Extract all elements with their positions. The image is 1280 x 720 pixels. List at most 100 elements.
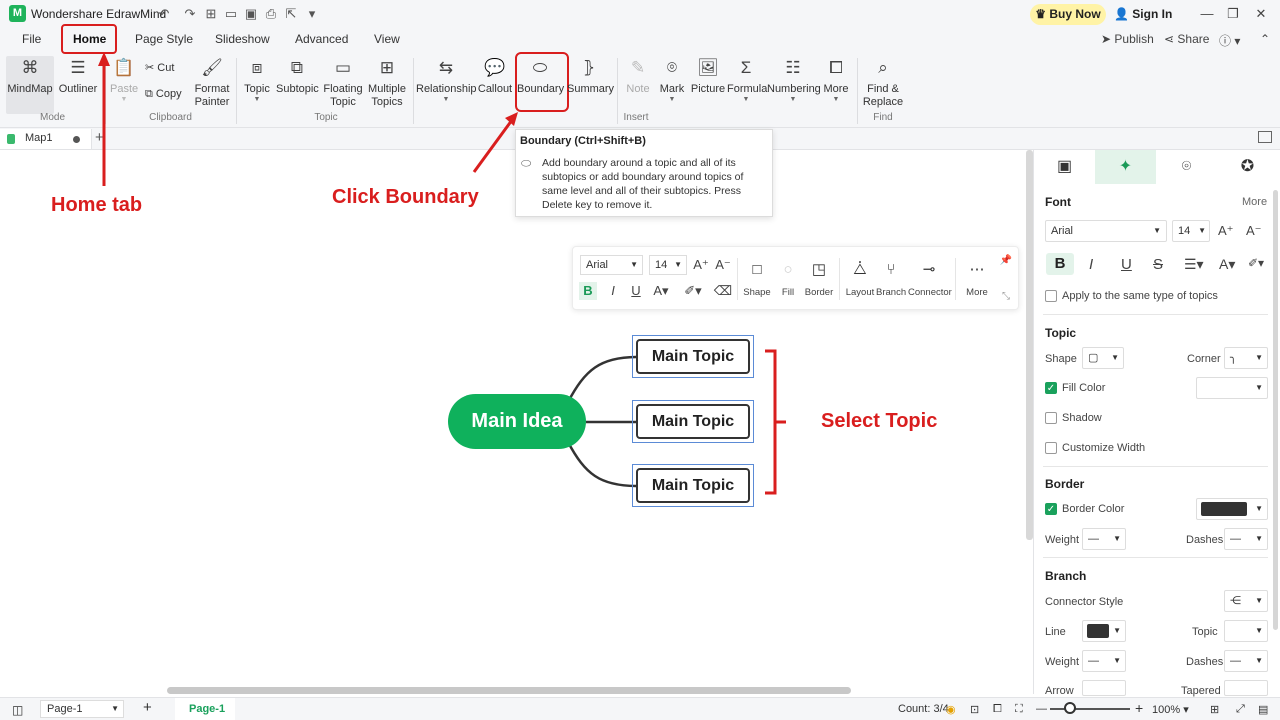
panel-bold-icon[interactable]: B	[1046, 253, 1074, 275]
panel-font-color-icon[interactable]: A▾	[1219, 256, 1235, 273]
panel-tab-style[interactable]: ✦	[1095, 150, 1156, 184]
panel-tab-theme[interactable]: ✪	[1217, 150, 1278, 184]
border-dashes-label: Dashes	[1186, 534, 1224, 546]
shadow-label: Shadow	[1062, 412, 1102, 424]
zoom-in-icon[interactable]: +	[1135, 700, 1143, 716]
chevron-down-icon: ▼	[1113, 534, 1121, 543]
chevron-down-icon: ▼	[1113, 626, 1121, 635]
fullscreen-icon[interactable]: ⧠	[993, 703, 1002, 716]
sparkle-icon: ✦	[1118, 158, 1133, 175]
border-color-checkbox[interactable]: ✓	[1045, 503, 1057, 515]
expand-icon[interactable]: ⤢	[1236, 703, 1245, 716]
border-color-select[interactable]: ▼	[1196, 498, 1268, 520]
connector-style-label: Connector Style	[1045, 596, 1124, 608]
increase-font-icon[interactable]: A⁺	[1218, 223, 1234, 239]
apply-same-label: Apply to the same type of topics	[1062, 290, 1218, 302]
branch-dashes-select[interactable]: — ▼	[1224, 650, 1268, 672]
chevron-down-icon: ▼	[1255, 504, 1263, 513]
connector-style-select[interactable]: ⋲ ▼	[1224, 590, 1268, 612]
canvas-vertical-scrollbar[interactable]	[1026, 150, 1033, 540]
shadow-checkbox[interactable]	[1045, 412, 1057, 424]
page-tab-label: Page-1	[189, 703, 226, 715]
fill-color-select[interactable]: ▼	[1196, 377, 1268, 399]
chevron-down-icon: ▼	[1153, 226, 1161, 235]
fit-width-icon[interactable]: ⊞	[1210, 703, 1219, 716]
dash-line-icon: —	[1230, 655, 1241, 667]
fill-color-label: Fill Color	[1062, 382, 1106, 394]
customize-width-checkbox[interactable]	[1045, 442, 1057, 454]
border-weight-select[interactable]: — ▼	[1082, 528, 1126, 550]
color-swatch	[1201, 502, 1247, 516]
chevron-down-icon: ▼	[1255, 383, 1263, 392]
branch-weight-select[interactable]: — ▼	[1082, 650, 1126, 672]
zoom-slider-handle[interactable]	[1064, 702, 1076, 714]
branch-topic-label: Topic	[1192, 626, 1218, 638]
panel-italic-icon[interactable]: I	[1089, 256, 1093, 273]
branch-section-header: Branch	[1045, 569, 1087, 583]
panel-font-size-select[interactable]: 14 ▼	[1172, 220, 1210, 242]
line-weight-icon: —	[1088, 533, 1099, 545]
corner-select[interactable]: ╮ ▼	[1224, 347, 1268, 369]
fit-page-icon[interactable]: ⊡	[970, 703, 979, 716]
zoom-out-icon[interactable]: —	[1036, 703, 1047, 715]
square-icon: ▢	[1088, 352, 1099, 364]
fill-color-checkbox[interactable]: ✓	[1045, 382, 1057, 394]
chevron-down-icon: ▼	[1255, 656, 1263, 665]
panel-font-family-select[interactable]: Arial ▼	[1045, 220, 1167, 242]
sidebar-toggle-icon[interactable]: ◫	[12, 703, 23, 717]
branch-weight-label: Weight	[1045, 656, 1080, 668]
topic-section-header: Topic	[1045, 326, 1077, 340]
topic-shape-select[interactable]: ▢ ▼	[1082, 347, 1124, 369]
chevron-down-icon: ▼	[1255, 626, 1263, 635]
panel-divider	[1043, 557, 1268, 558]
zoom-level[interactable]: 100% ▾	[1152, 703, 1189, 716]
panel-tab-mark[interactable]: ⌾	[1156, 150, 1217, 184]
branch-topic-select[interactable]: ▼	[1224, 620, 1268, 642]
line-color-select[interactable]: ▼	[1082, 620, 1126, 642]
main-topic-node[interactable]: Main Topic	[636, 339, 750, 374]
main-topic-node[interactable]: Main Topic	[636, 404, 750, 439]
chevron-down-icon: ▼	[1113, 656, 1121, 665]
presentation-icon[interactable]: ⛶	[1015, 703, 1023, 716]
border-color-label: Border Color	[1062, 503, 1125, 515]
chevron-down-icon: ▼	[1255, 353, 1263, 362]
panel-tab-page[interactable]: ▣	[1034, 150, 1095, 184]
arrow-label: Arrow	[1045, 685, 1074, 697]
tapered-select[interactable]	[1224, 680, 1268, 696]
border-section-header: Border	[1045, 477, 1085, 491]
corner-icon: ╮	[1230, 352, 1237, 364]
panel-divider	[1043, 314, 1268, 315]
tapered-label: Tapered	[1181, 685, 1221, 697]
panel-highlight-icon[interactable]: ✐▾	[1248, 256, 1264, 270]
main-topic-node[interactable]: Main Topic	[636, 468, 750, 503]
font-section-header: Font	[1045, 195, 1071, 209]
main-idea-node[interactable]: Main Idea	[448, 394, 586, 449]
font-more-link[interactable]: More	[1242, 196, 1267, 208]
add-page-plus-icon[interactable]: +	[143, 699, 152, 716]
shape-label: Shape	[1045, 353, 1077, 365]
chevron-down-icon: ▼	[1111, 353, 1119, 362]
panel-collapse-icon[interactable]: ▤	[1258, 703, 1268, 716]
panel-scrollbar[interactable]	[1273, 190, 1278, 630]
line-label: Line	[1045, 626, 1066, 638]
customize-width-label: Customize Width	[1062, 442, 1146, 454]
panel-align-icon[interactable]: ☰▾	[1184, 256, 1204, 273]
panel-underline-icon[interactable]: U	[1121, 256, 1132, 273]
border-weight-label: Weight	[1045, 534, 1080, 546]
line-weight-icon: —	[1088, 655, 1099, 667]
decrease-font-icon[interactable]: A⁻	[1246, 223, 1262, 239]
panel-divider	[1043, 466, 1268, 467]
canvas-horizontal-scrollbar[interactable]	[167, 687, 851, 694]
panel-strikethrough-icon[interactable]: S	[1153, 256, 1163, 273]
dash-line-icon: —	[1230, 533, 1241, 545]
location-pin-icon: ⌾	[1181, 158, 1192, 175]
border-dashes-select[interactable]: — ▼	[1224, 528, 1268, 550]
page-select[interactable]: Page-1 ▼	[40, 700, 124, 718]
badge-icon: ✪	[1240, 158, 1255, 175]
arrow-select[interactable]	[1082, 680, 1126, 696]
chevron-down-icon: ▼	[111, 704, 119, 713]
zoom-slider[interactable]	[1050, 708, 1130, 710]
chevron-down-icon: ▼	[1255, 596, 1263, 605]
apply-same-checkbox[interactable]	[1045, 290, 1057, 302]
lightbulb-icon[interactable]: ◉	[946, 703, 956, 716]
